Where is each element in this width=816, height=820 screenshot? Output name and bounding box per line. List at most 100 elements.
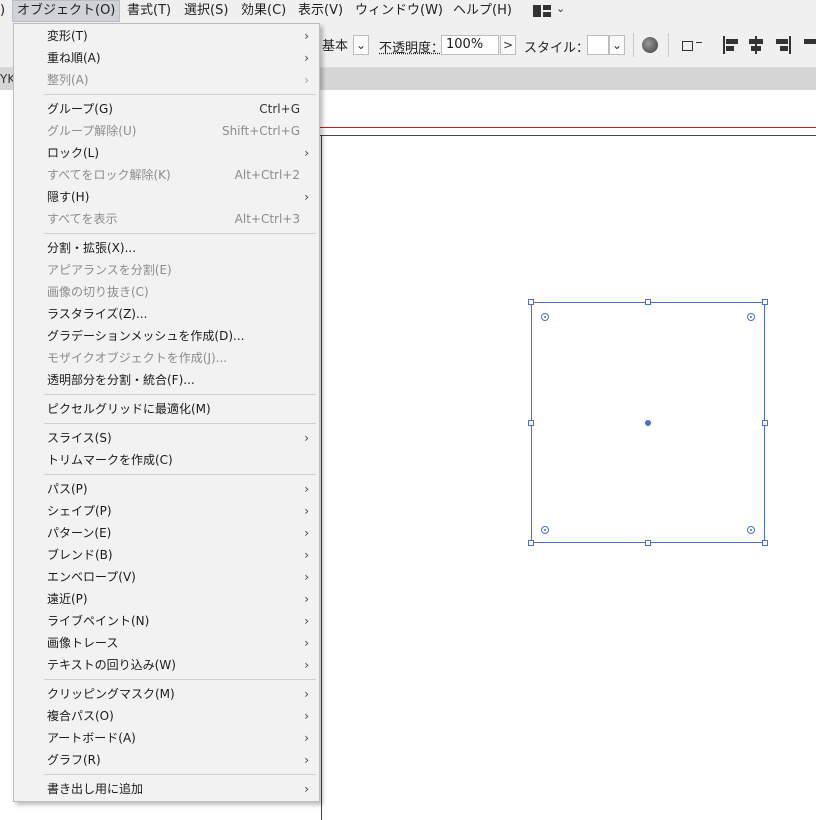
workspace-pane-b: [543, 5, 551, 10]
menu-separator: [44, 94, 316, 95]
workspace-pane-c: [543, 12, 551, 17]
align-right-icon[interactable]: [775, 36, 791, 54]
menu-item[interactable]: 隠す(H) ›: [14, 186, 319, 208]
menu-item[interactable]: パス(P) ›: [14, 478, 319, 500]
corner-radius-widget[interactable]: [541, 313, 549, 321]
opacity-label[interactable]: 不透明度：: [379, 37, 444, 56]
menu-object[interactable]: オブジェクト(O): [12, 0, 121, 22]
opacity-flyout-button[interactable]: >: [500, 35, 516, 55]
menu-view[interactable]: 表示(V): [294, 1, 347, 21]
style-swatch[interactable]: [587, 35, 609, 55]
menu-item-shortcut: Alt+Ctrl+2: [234, 168, 300, 182]
menu-item[interactable]: 遠近(P) ›: [14, 588, 319, 610]
menu-item[interactable]: 分割・拡張(X)...: [14, 237, 319, 259]
menu-effect[interactable]: 効果(C): [237, 1, 290, 21]
workspace-switcher-icon[interactable]: ⌄: [533, 2, 565, 18]
menu-item-label: ロック(L): [47, 146, 100, 160]
submenu-arrow-icon: ›: [304, 753, 309, 767]
menu-item-label: 書き出し用に追加: [47, 782, 144, 796]
submenu-arrow-icon: ›: [304, 687, 309, 701]
handle-bottom-right[interactable]: [762, 540, 768, 546]
recolor-globe-icon[interactable]: [642, 37, 658, 53]
menu-item[interactable]: ライブペイント(N) ›: [14, 610, 319, 632]
menu-item[interactable]: エンベロープ(V) ›: [14, 566, 319, 588]
menu-item[interactable]: クリッピングマスク(M) ›: [14, 683, 319, 705]
handle-middle-left[interactable]: [528, 420, 534, 426]
menu-item-label: 隠す(H): [47, 190, 90, 204]
menu-item-label: シェイプ(P): [47, 504, 112, 518]
menu-separator: [44, 774, 316, 775]
menu-item-label: アートボード(A): [47, 731, 136, 745]
toolbar-divider: [668, 33, 669, 57]
brush-dropdown-button[interactable]: ⌄: [353, 35, 369, 55]
menu-item[interactable]: シェイプ(P) ›: [14, 500, 319, 522]
submenu-arrow-icon: ›: [304, 782, 309, 796]
menu-edit-partial[interactable]: ): [0, 1, 9, 21]
menu-item[interactable]: スライス(S) ›: [14, 427, 319, 449]
corner-radius-widget[interactable]: [747, 313, 755, 321]
submenu-arrow-icon: ›: [304, 504, 309, 518]
menu-item[interactable]: テキストの回り込み(W) ›: [14, 654, 319, 676]
align-more-icon[interactable]: [804, 36, 816, 54]
menu-item[interactable]: パターン(E) ›: [14, 522, 319, 544]
corner-radius-widget[interactable]: [747, 526, 755, 534]
menu-item[interactable]: アートボード(A) ›: [14, 727, 319, 749]
menu-item[interactable]: 複合パス(O) ›: [14, 705, 319, 727]
submenu-arrow-icon: ›: [304, 570, 309, 584]
submenu-arrow-icon: ›: [304, 431, 309, 445]
transform-shape-icon[interactable]: [682, 36, 702, 54]
menu-item-label: グループ(G): [47, 102, 113, 116]
handle-middle-right[interactable]: [762, 420, 768, 426]
submenu-arrow-icon: ›: [304, 29, 309, 43]
menu-item-label: パス(P): [47, 482, 88, 496]
submenu-arrow-icon: ›: [304, 592, 309, 606]
menu-item[interactable]: 書き出し用に追加 ›: [14, 778, 319, 800]
submenu-arrow-icon: ›: [304, 731, 309, 745]
menu-item[interactable]: グラデーションメッシュを作成(D)...: [14, 325, 319, 347]
menu-help[interactable]: ヘルプ(H): [449, 1, 516, 21]
menu-item[interactable]: ラスタライズ(Z)...: [14, 303, 319, 325]
menu-item-label: モザイクオブジェクトを作成(J)...: [47, 351, 228, 365]
artboard-edge-top: [312, 135, 816, 136]
align-left-icon[interactable]: [723, 36, 739, 54]
menu-window[interactable]: ウィンドウ(W): [351, 1, 447, 21]
menu-item-label: ライブペイント(N): [47, 614, 150, 628]
menu-item[interactable]: 重ね順(A) ›: [14, 47, 319, 69]
handle-top-left[interactable]: [528, 299, 534, 305]
menu-separator: [44, 394, 316, 395]
menu-item[interactable]: 変形(T) ›: [14, 25, 319, 47]
align-hcenter-icon[interactable]: [748, 36, 764, 54]
menu-item[interactable]: グラフ(R) ›: [14, 749, 319, 771]
bleed-guide: [312, 127, 816, 128]
handle-top-center[interactable]: [645, 299, 651, 305]
menu-item: グループ解除(U) Shift+Ctrl+G: [14, 120, 319, 142]
opacity-input[interactable]: 100%: [441, 35, 499, 55]
menu-type[interactable]: 書式(T): [123, 1, 175, 21]
menu-item: すべてをロック解除(K) Alt+Ctrl+2: [14, 164, 319, 186]
menu-item[interactable]: ブレンド(B) ›: [14, 544, 319, 566]
submenu-arrow-icon: ›: [304, 73, 309, 87]
menu-item-label: パターン(E): [47, 526, 112, 540]
handle-top-right[interactable]: [762, 299, 768, 305]
menu-item[interactable]: 透明部分を分割・統合(F)...: [14, 369, 319, 391]
submenu-arrow-icon: ›: [304, 636, 309, 650]
menu-item-shortcut: Ctrl+G: [259, 102, 300, 116]
menu-item[interactable]: グループ(G) Ctrl+G: [14, 98, 319, 120]
corner-radius-widget[interactable]: [541, 526, 549, 534]
menu-item[interactable]: 画像トレース ›: [14, 632, 319, 654]
menu-item-label: 遠近(P): [47, 592, 88, 606]
menu-item: すべてを表示 Alt+Ctrl+3: [14, 208, 319, 230]
menu-item: モザイクオブジェクトを作成(J)...: [14, 347, 319, 369]
menu-item[interactable]: トリムマークを作成(C): [14, 449, 319, 471]
submenu-arrow-icon: ›: [304, 709, 309, 723]
menu-item[interactable]: ロック(L) ›: [14, 142, 319, 164]
submenu-arrow-icon: ›: [304, 614, 309, 628]
handle-bottom-center[interactable]: [645, 540, 651, 546]
menu-item: アピアランスを分割(E): [14, 259, 319, 281]
menu-select[interactable]: 選択(S): [180, 1, 232, 21]
menu-item[interactable]: ピクセルグリッドに最適化(M): [14, 398, 319, 420]
handle-bottom-left[interactable]: [528, 540, 534, 546]
menu-separator: [44, 423, 316, 424]
style-dropdown-button[interactable]: ⌄: [609, 35, 625, 55]
brush-value[interactable]: 基本: [322, 35, 348, 54]
